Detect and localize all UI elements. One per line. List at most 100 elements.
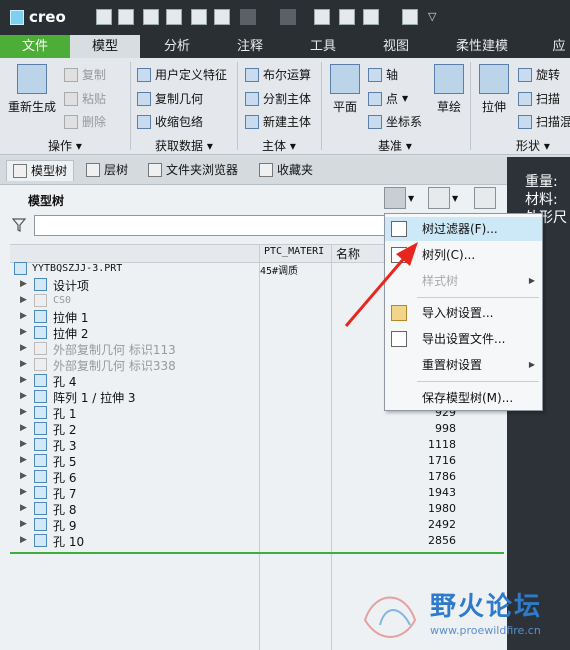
redo-icon[interactable] — [280, 9, 296, 25]
expand-icon[interactable]: ▶ — [20, 471, 27, 481]
divider — [470, 62, 471, 150]
tab-annotate[interactable]: 注释 — [215, 35, 285, 58]
tab-model[interactable]: 模型 — [70, 35, 140, 58]
copy-geometry-icon — [34, 358, 47, 371]
tree-row[interactable]: ▶ 孔 8 1980 — [10, 501, 504, 517]
tree-row[interactable]: ▶ 孔 9 2492 — [10, 517, 504, 533]
revolve-button[interactable]: 旋转 — [518, 66, 560, 83]
split-body-button[interactable]: 分割主体 — [245, 90, 311, 107]
model-tree-icon — [13, 164, 27, 178]
save-icon[interactable] — [143, 9, 159, 25]
expand-icon[interactable]: ▶ — [20, 487, 27, 497]
expand-icon[interactable]: ▶ — [20, 391, 27, 401]
settings-icon[interactable] — [384, 187, 406, 209]
close-icon[interactable] — [402, 9, 418, 25]
hole-icon — [34, 470, 47, 483]
csys-icon — [34, 294, 47, 307]
tree-row[interactable]: ▶ 孔 7 1943 — [10, 485, 504, 501]
tab-view[interactable]: 视图 — [361, 35, 431, 58]
expand-icon[interactable]: ▶ — [20, 327, 27, 337]
expand-icon[interactable]: ▶ — [20, 455, 27, 465]
insert-here-marker[interactable] — [10, 552, 504, 554]
tab-tools[interactable]: 工具 — [288, 35, 358, 58]
sketch-icon — [434, 64, 464, 94]
regenerate-icon[interactable] — [166, 9, 182, 25]
expand-icon[interactable]: ▶ — [20, 295, 27, 305]
new-body-button[interactable]: 新建主体 — [245, 113, 311, 130]
expand-icon[interactable]: ▶ — [20, 439, 27, 449]
expand-icon[interactable]: ▶ — [20, 423, 27, 433]
sketch-icon[interactable] — [339, 9, 355, 25]
expand-icon[interactable]: ▶ — [20, 279, 27, 289]
expand-icon[interactable]: ▶ — [20, 519, 27, 529]
axis-button[interactable]: 轴 — [368, 66, 398, 83]
submenu-arrow-icon: ▶ — [528, 276, 535, 285]
point-button[interactable]: 点 ▼ — [368, 90, 408, 107]
column-header-material[interactable]: PTC_MATERI — [264, 246, 324, 257]
copy-geometry-button[interactable]: 复制几何 — [137, 90, 203, 107]
tab-favorites[interactable]: 收藏夹 — [259, 160, 313, 180]
expand-icon[interactable]: ▶ — [20, 359, 27, 369]
more-icon[interactable]: ▽ — [428, 10, 436, 23]
hole-icon — [34, 502, 47, 515]
group-datum[interactable]: 基准 ▾ — [378, 137, 412, 154]
expand-icon[interactable]: ▶ — [20, 407, 27, 417]
group-get-data[interactable]: 获取数据 ▾ — [155, 137, 213, 154]
logo-text: creo — [29, 8, 66, 26]
tab-layer-tree[interactable]: 层树 — [86, 160, 128, 180]
udf-button[interactable]: 用户定义特征 — [137, 66, 227, 83]
tree-search-input[interactable] — [34, 215, 386, 236]
menu-separator — [417, 297, 539, 298]
chevron-down-icon[interactable]: ▼ — [452, 194, 458, 203]
tree-tools-icon[interactable] — [474, 187, 496, 209]
expand-icon[interactable]: ▶ — [20, 535, 27, 545]
tab-model-tree[interactable]: 模型树 — [6, 160, 75, 181]
boolean-button[interactable]: 布尔运算 — [245, 66, 311, 83]
tab-applications[interactable]: 应 — [548, 35, 570, 58]
tree-row[interactable]: ▶ 孔 3 1118 — [10, 437, 504, 453]
menu-item-save-model-tree[interactable]: 保存模型树(M)... — [385, 386, 542, 410]
tree-row[interactable]: ▶ 孔 6 1786 — [10, 469, 504, 485]
tree-row[interactable]: ▶ 孔 5 1716 — [10, 453, 504, 469]
expand-icon[interactable]: ▶ — [20, 311, 27, 321]
undo-icon[interactable] — [240, 9, 256, 25]
expand-icon[interactable]: ▶ — [20, 503, 27, 513]
sweep-button[interactable]: 扫描 — [518, 90, 560, 107]
group-body[interactable]: 主体 ▾ — [262, 137, 296, 154]
extrude-button[interactable]: 拉伸 — [476, 64, 512, 115]
tree-row[interactable]: ▶ 孔 10 2856 — [10, 533, 504, 549]
copy-icon — [64, 67, 78, 82]
tab-file[interactable]: 文件 — [0, 35, 70, 58]
csys-button[interactable]: 坐标系 — [368, 113, 422, 130]
group-shapes[interactable]: 形状 ▾ — [516, 137, 550, 154]
sweep-icon — [518, 91, 532, 106]
group-operations[interactable]: 操作 ▾ — [48, 137, 82, 154]
expand-icon[interactable]: ▶ — [20, 343, 27, 353]
new-icon[interactable] — [96, 9, 112, 25]
delete-button[interactable]: 删除 — [64, 113, 106, 130]
divider — [321, 62, 322, 150]
tab-folder-browser[interactable]: 文件夹浏览器 — [148, 160, 238, 180]
copy-button[interactable]: 复制 — [64, 66, 106, 83]
filter-icon[interactable] — [12, 218, 26, 232]
tree-row[interactable]: ▶ 孔 2 998 — [10, 421, 504, 437]
plane-button[interactable]: 平面 — [328, 64, 362, 115]
regenerate-button[interactable]: 重新生成 — [6, 64, 58, 115]
regen-icon[interactable] — [314, 9, 330, 25]
chevron-down-icon[interactable]: ▼ — [408, 194, 414, 203]
copy-icon[interactable] — [214, 9, 230, 25]
open-icon[interactable] — [118, 9, 134, 25]
swept-blend-button[interactable]: 扫描混 — [518, 113, 570, 130]
windows-icon[interactable] — [363, 9, 379, 25]
menu-item-reset-settings[interactable]: 重置树设置 ▶ — [385, 353, 542, 377]
expand-icon[interactable]: ▶ — [20, 375, 27, 385]
weight-label: 重量: — [525, 174, 558, 190]
tab-analysis[interactable]: 分析 — [142, 35, 212, 58]
revolve-icon — [518, 67, 532, 82]
paste-button[interactable]: 粘贴 — [64, 90, 106, 107]
show-icon[interactable] — [428, 187, 450, 209]
print-icon[interactable] — [191, 9, 207, 25]
sketch-button[interactable]: 草绘 — [432, 64, 466, 115]
tab-flexible-modeling[interactable]: 柔性建模 — [441, 35, 523, 58]
shrinkwrap-button[interactable]: 收缩包络 — [137, 113, 203, 130]
